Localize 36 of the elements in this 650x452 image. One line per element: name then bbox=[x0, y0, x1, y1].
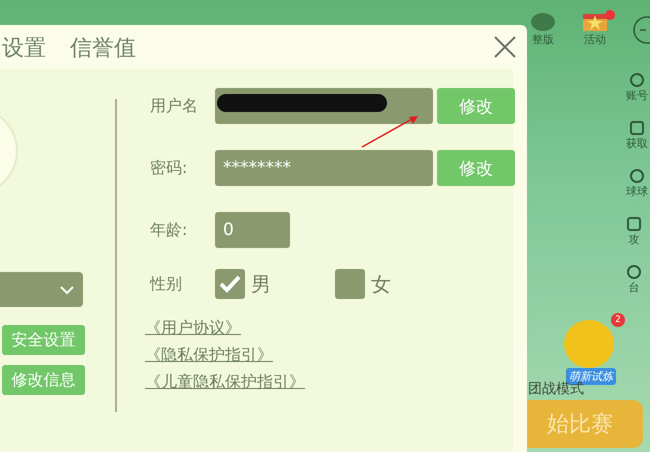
option-label: 女 bbox=[371, 270, 391, 298]
dialog-tab[interactable]: 设置 bbox=[2, 32, 46, 62]
checkbox[interactable] bbox=[335, 269, 365, 299]
option-label: 男 bbox=[251, 270, 271, 298]
field-label: 性别 bbox=[150, 274, 183, 294]
field-label: 密码: bbox=[150, 158, 188, 178]
chevron-down-icon bbox=[59, 284, 75, 294]
dialog-tab[interactable]: 信誉值 bbox=[70, 32, 136, 62]
menu-label: 球球 bbox=[626, 184, 648, 199]
dropdown-field[interactable] bbox=[0, 272, 83, 307]
age-field[interactable]: 0 bbox=[215, 212, 290, 248]
annotation-arrow bbox=[360, 113, 420, 149]
policy-link[interactable]: 《隐私保护指引》 bbox=[145, 345, 273, 364]
icon-label: 活动 bbox=[584, 32, 606, 47]
creature-icon[interactable] bbox=[530, 10, 556, 32]
field-label: 用户名 bbox=[150, 96, 199, 116]
checkmark-icon bbox=[218, 274, 242, 294]
notification-badge: 2 bbox=[611, 313, 625, 327]
policy-link[interactable]: 《用户协议》 bbox=[145, 318, 241, 337]
edit-button[interactable]: 修改 bbox=[437, 150, 515, 186]
menu-label: 获取 bbox=[626, 136, 648, 151]
icon-label: 整版 bbox=[532, 32, 554, 47]
username-field[interactable] bbox=[215, 88, 433, 124]
password-field[interactable]: ******** bbox=[215, 150, 433, 186]
policy-link[interactable]: 《儿童隐私保护指引》 bbox=[145, 372, 305, 391]
menu-label: 账号 bbox=[626, 88, 648, 103]
start-match-button[interactable]: 始比赛 bbox=[527, 400, 643, 448]
close-icon[interactable] bbox=[493, 35, 517, 59]
side-button[interactable]: 修改信息 bbox=[2, 365, 85, 395]
edit-button[interactable]: 修改 bbox=[437, 88, 515, 124]
checkbox[interactable] bbox=[215, 269, 245, 299]
side-button[interactable]: 安全设置 bbox=[2, 325, 85, 355]
field-label: 年龄: bbox=[150, 220, 188, 240]
notification-dot bbox=[605, 10, 615, 20]
menu-label: 台 bbox=[628, 280, 640, 295]
menu-label: 攻 bbox=[628, 232, 640, 247]
